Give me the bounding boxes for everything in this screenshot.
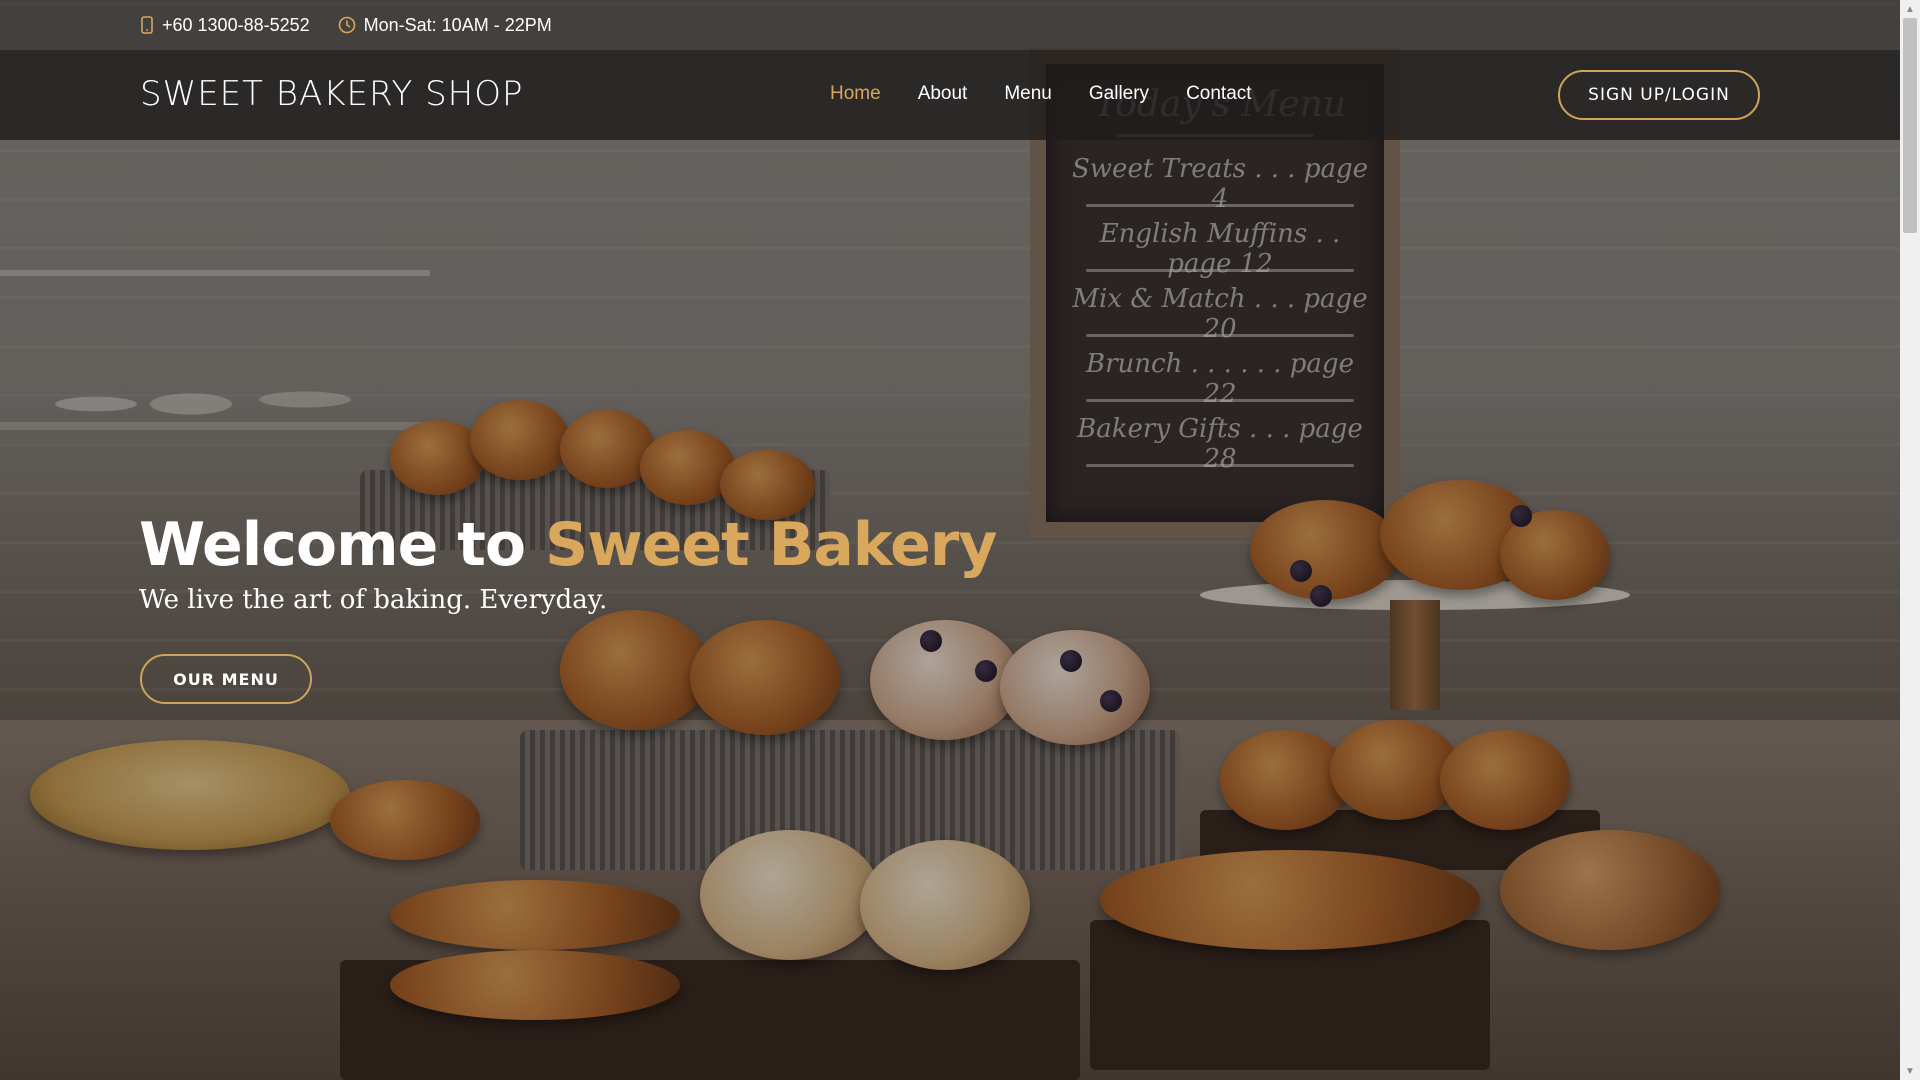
scroll-up-arrow-icon[interactable]: ▲ <box>1900 0 1920 18</box>
opening-hours: Mon-Sat: 10AM - 22PM <box>363 14 552 35</box>
hero-title-prefix: Welcome to <box>139 510 545 580</box>
page-scrollbar[interactable]: ▲ ▼ <box>1900 0 1920 1080</box>
nav-menu[interactable]: Menu <box>1004 83 1052 105</box>
clock-icon <box>338 16 356 34</box>
nav-contact[interactable]: Contact <box>1186 83 1251 105</box>
signup-login-button[interactable]: SIGN UP/LOGIN <box>1558 70 1760 120</box>
site-header: SWEET BAKERY SHOP Home About Menu Galler… <box>0 50 1900 140</box>
hero-subtitle: We live the art of baking. Everyday. <box>139 585 608 615</box>
phone-icon <box>140 16 154 34</box>
hero-title-accent: Sweet Bakery <box>544 510 998 580</box>
scrollbar-thumb[interactable] <box>1903 18 1917 233</box>
hero-title: Welcome to Sweet Bakery <box>139 510 997 580</box>
main-nav: Home About Menu Gallery Contact <box>830 83 1289 105</box>
phone-info: +60 1300-88-5252 <box>140 15 310 36</box>
nav-home[interactable]: Home <box>830 83 881 105</box>
nav-about[interactable]: About <box>918 83 968 105</box>
site-logo[interactable]: SWEET BAKERY SHOP <box>140 74 523 114</box>
hours-info: Mon-Sat: 10AM - 22PM <box>338 15 552 36</box>
nav-gallery[interactable]: Gallery <box>1089 83 1149 105</box>
scroll-down-arrow-icon[interactable]: ▼ <box>1900 1062 1920 1080</box>
our-menu-button[interactable]: OUR MENU <box>140 654 312 704</box>
phone-number: +60 1300-88-5252 <box>162 14 310 35</box>
top-info-bar: +60 1300-88-5252 Mon-Sat: 10AM - 22PM <box>0 0 1900 50</box>
